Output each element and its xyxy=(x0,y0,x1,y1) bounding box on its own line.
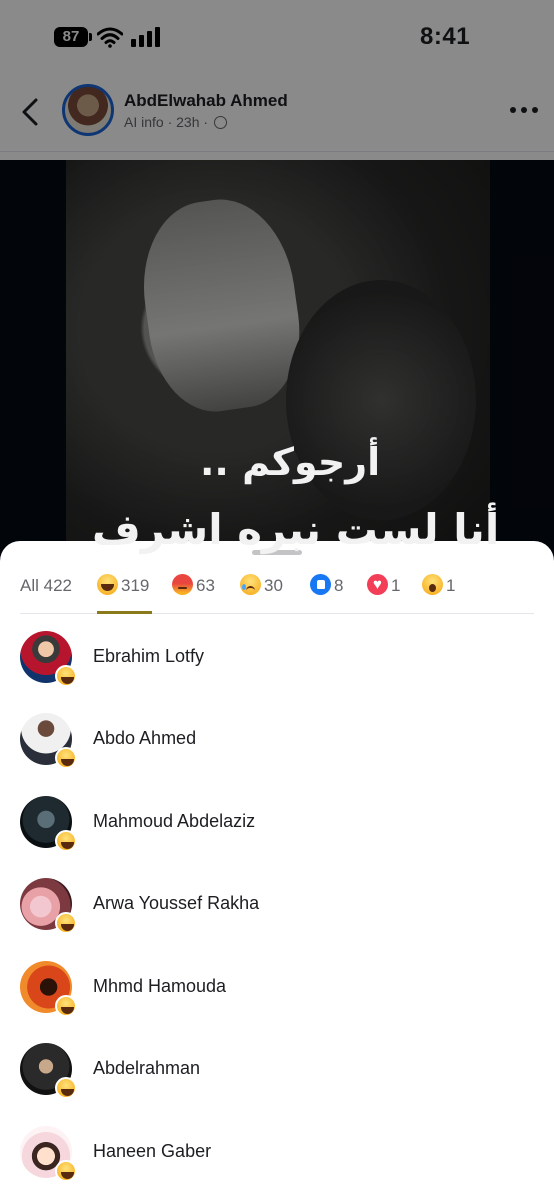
sad-icon xyxy=(240,574,261,595)
haha-icon xyxy=(55,995,77,1017)
love-icon xyxy=(367,574,388,595)
tab-haha[interactable]: 319 xyxy=(97,571,152,614)
reactor-name[interactable]: Mahmoud Abdelaziz xyxy=(93,811,255,832)
reactor-name[interactable]: Abdo Ahmed xyxy=(93,728,196,749)
reactor-name[interactable]: Arwa Youssef Rakha xyxy=(93,893,259,914)
reaction-tabs: All 422 319 63 30 8 1 1 xyxy=(20,571,534,614)
wow-icon xyxy=(422,574,443,595)
reactor-name[interactable]: Mhmd Hamouda xyxy=(93,976,226,997)
tab-angry[interactable]: 63 xyxy=(172,571,215,614)
tab-wow[interactable]: 1 xyxy=(422,571,455,614)
tab-all-label: All 422 xyxy=(20,576,72,595)
photo-caption-line1: أرجوكم .. xyxy=(200,440,381,484)
tab-wow-count: 1 xyxy=(446,576,456,595)
tab-angry-count: 63 xyxy=(196,576,215,595)
reactor-row[interactable]: Arwa Youssef Rakha xyxy=(0,868,554,938)
haha-icon xyxy=(55,830,77,852)
reactor-row[interactable]: Abdelrahman xyxy=(0,1033,554,1103)
reactor-row[interactable]: Mhmd Hamouda xyxy=(0,951,554,1021)
tab-like-count: 8 xyxy=(334,576,344,595)
haha-icon xyxy=(55,747,77,769)
reactor-name[interactable]: Haneen Gaber xyxy=(93,1141,211,1162)
reactor-row[interactable]: Mahmoud Abdelaziz xyxy=(0,786,554,856)
angry-icon xyxy=(172,574,193,595)
tab-all[interactable]: All 422 xyxy=(20,571,72,614)
haha-icon xyxy=(97,574,118,595)
reactor-row[interactable]: Haneen Gaber xyxy=(0,1116,554,1186)
reactor-name[interactable]: Abdelrahman xyxy=(93,1058,200,1079)
tab-sad-count: 30 xyxy=(264,576,283,595)
tab-sad[interactable]: 30 xyxy=(240,571,283,614)
tab-love-count: 1 xyxy=(391,576,401,595)
reactor-row[interactable]: Abdo Ahmed xyxy=(0,703,554,773)
photo-caption-line2: أنا لست نبره اشرف xyxy=(92,505,500,554)
haha-icon xyxy=(55,665,77,687)
haha-icon xyxy=(55,1077,77,1099)
reactor-name[interactable]: Ebrahim Lotfy xyxy=(93,646,204,667)
reactor-row[interactable]: Ebrahim Lotfy xyxy=(0,621,554,691)
tab-love[interactable]: 1 xyxy=(367,571,400,614)
reactions-sheet: All 422 319 63 30 8 1 1 Ebrahim Lotfy xyxy=(0,541,554,1200)
haha-icon xyxy=(55,912,77,934)
haha-icon xyxy=(55,1160,77,1182)
like-icon xyxy=(310,574,331,595)
tab-haha-count: 319 xyxy=(121,576,150,595)
tab-like[interactable]: 8 xyxy=(310,571,343,614)
